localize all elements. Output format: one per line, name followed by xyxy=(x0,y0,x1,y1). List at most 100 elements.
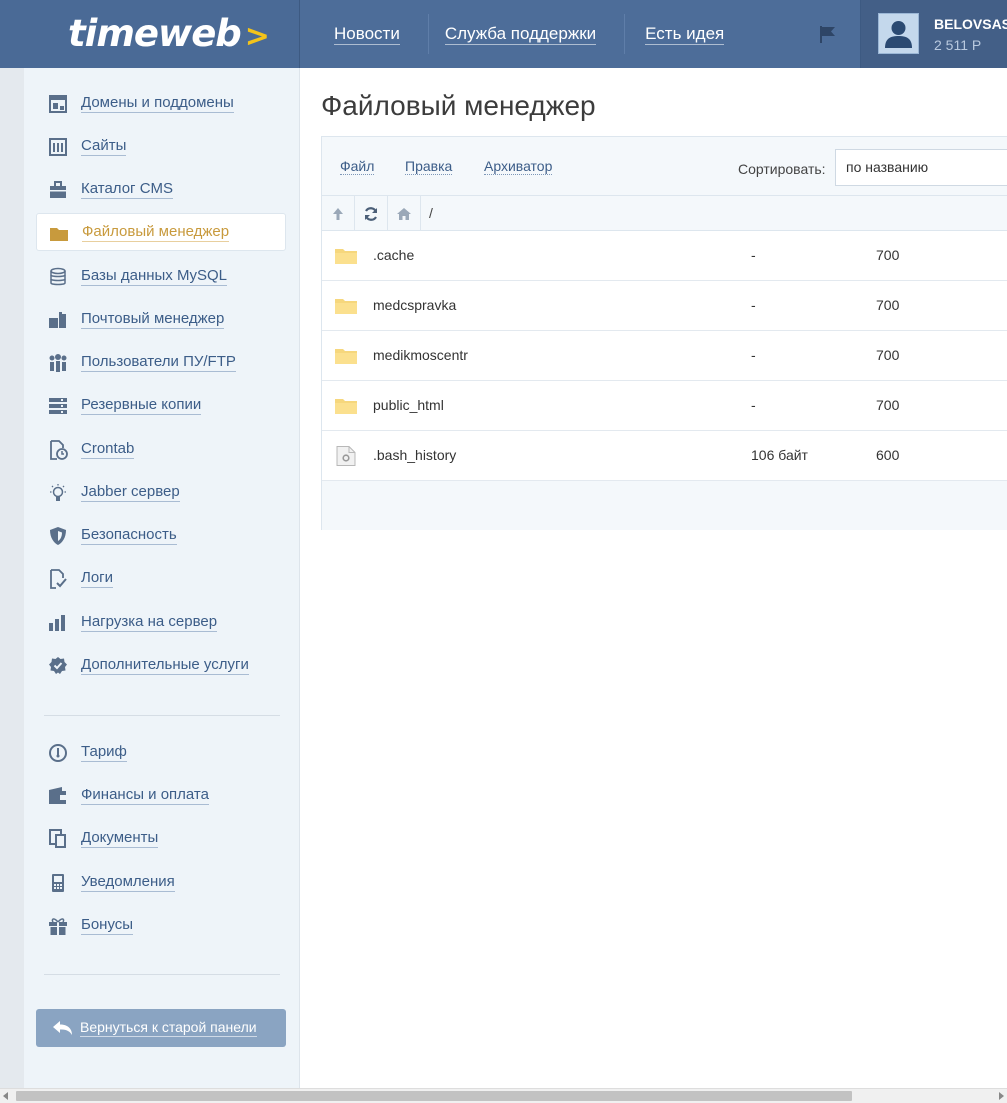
sidebar-item-sites[interactable]: Сайты xyxy=(36,127,286,165)
arrow-up-icon xyxy=(333,207,343,220)
sidebar-item-label: Каталог CMS xyxy=(81,179,174,199)
top-header: timeweb > Новости Служба поддержки Есть и… xyxy=(0,0,1007,68)
sidebar-item-label: Jabber сервер xyxy=(81,482,180,502)
sidebar-item-label: Финансы и оплата xyxy=(81,785,209,805)
nav-news-link[interactable]: Новости xyxy=(334,24,400,45)
sidebar-item-backups[interactable]: Резервные копии xyxy=(36,386,286,424)
menu-archiver[interactable]: Архиватор xyxy=(484,158,553,175)
top-nav: Новости Служба поддержки Есть идея xyxy=(300,0,752,68)
avatar[interactable] xyxy=(878,13,919,54)
sidebar-item-crontab[interactable]: Crontab xyxy=(36,430,286,468)
nav-support-link[interactable]: Служба поддержки xyxy=(444,24,597,45)
sidebar-item-documents[interactable]: Документы xyxy=(36,819,286,857)
shield-icon xyxy=(50,527,66,545)
home-button[interactable] xyxy=(388,196,421,231)
flag-icon[interactable] xyxy=(818,24,838,44)
sidebar-item-label: Уведомления xyxy=(81,872,175,892)
file-row[interactable]: .cache - 700 xyxy=(322,231,1007,281)
folder-icon xyxy=(50,228,68,241)
sidebar-item-label: Нагрузка на сервер xyxy=(81,612,218,632)
folder-icon xyxy=(335,399,357,414)
back-to-old-panel-button[interactable]: Вернуться к старой панели xyxy=(36,1009,286,1047)
sidebar-divider xyxy=(44,715,280,716)
sidebar-item-label: Документы xyxy=(81,828,159,848)
sidebar-item-cms[interactable]: Каталог CMS xyxy=(36,170,286,208)
sidebar-item-label: Crontab xyxy=(81,439,135,459)
refresh-button[interactable] xyxy=(355,196,388,231)
sidebar-divider xyxy=(44,974,280,975)
file-permissions: 600 xyxy=(876,447,900,463)
sidebar-item-tariff[interactable]: Тариф xyxy=(36,733,286,771)
file-permissions: 700 xyxy=(876,397,900,413)
menu-edit[interactable]: Правка xyxy=(405,158,453,175)
username: BELOVSAS xyxy=(934,16,1007,32)
scroll-left-icon[interactable] xyxy=(3,1092,8,1100)
sidebar-item-label: Сайты xyxy=(81,136,127,156)
logo[interactable]: timeweb > xyxy=(68,12,270,55)
sidebar-item-label: Резервные копии xyxy=(81,395,202,415)
up-button[interactable] xyxy=(322,196,355,231)
briefcase-icon xyxy=(50,181,66,198)
logo-text: timeweb xyxy=(68,12,242,55)
sidebar-item-users[interactable]: Пользователи ПУ/FTP xyxy=(36,343,286,381)
file-icon xyxy=(336,446,356,466)
sidebar-item-bonuses[interactable]: Бонусы xyxy=(36,906,286,944)
file-row[interactable]: .bash_history 106 байт 600 xyxy=(322,431,1007,481)
file-size: - xyxy=(751,247,756,263)
phone-icon xyxy=(52,874,64,892)
file-size: - xyxy=(751,297,756,313)
sidebar-item-label: Домены и поддомены xyxy=(81,93,234,113)
folder-icon xyxy=(335,299,357,314)
menu-file[interactable]: Файл xyxy=(340,158,375,175)
sidebar-item-label: Тариф xyxy=(81,742,127,762)
folder-icon xyxy=(335,349,357,364)
file-name: public_html xyxy=(373,397,444,413)
file-name: .cache xyxy=(373,247,415,263)
gauge-icon xyxy=(49,744,67,762)
scroll-right-icon[interactable] xyxy=(999,1092,1004,1100)
bar-chart-icon xyxy=(49,615,65,631)
sidebar-item-extra[interactable]: Дополнительные услуги xyxy=(36,646,286,684)
user-icon xyxy=(885,21,912,48)
back-button-label: Вернуться к старой панели xyxy=(80,1019,257,1037)
file-size: - xyxy=(751,397,756,413)
sidebar-item-notifications[interactable]: Уведомления xyxy=(36,863,286,901)
logs-icon xyxy=(50,569,67,589)
database-icon xyxy=(50,267,66,286)
file-row[interactable]: public_html - 700 xyxy=(322,381,1007,431)
scrollbar-thumb[interactable] xyxy=(16,1091,852,1101)
wallet-icon xyxy=(49,787,66,804)
sidebar-item-file-manager[interactable]: Файловый менеджер xyxy=(36,213,286,251)
backup-icon xyxy=(49,398,67,414)
sort-select[interactable]: по названию xyxy=(835,149,1007,186)
logo-area[interactable]: timeweb > xyxy=(0,0,300,68)
file-manager-toolbar: Файл Правка Архиватор Сортировать: по на… xyxy=(322,137,1007,196)
horizontal-scrollbar[interactable] xyxy=(0,1088,1007,1103)
file-permissions: 700 xyxy=(876,297,900,313)
user-area[interactable]: BELOVSAS 2 511 Р xyxy=(860,0,1007,68)
sidebar-item-mail[interactable]: Почтовый менеджер xyxy=(36,300,286,338)
balance: 2 511 Р xyxy=(934,37,982,53)
file-name: .bash_history xyxy=(373,447,457,463)
nav-idea-link[interactable]: Есть идея xyxy=(645,24,725,45)
sidebar-item-finance[interactable]: Финансы и оплата xyxy=(36,776,286,814)
sort-label: Сортировать: xyxy=(738,161,826,177)
nav-idea: Есть идея xyxy=(625,14,752,54)
file-row[interactable]: medcspravka - 700 xyxy=(322,281,1007,331)
sidebar-item-label: Почтовый менеджер xyxy=(81,309,225,329)
mail-icon xyxy=(49,312,66,328)
current-path: / xyxy=(429,205,433,221)
sidebar: Домены и поддомены Сайты Каталог CMS Фай… xyxy=(24,68,300,1088)
sidebar-item-label: Дополнительные услуги xyxy=(81,655,249,675)
sidebar-item-jabber[interactable]: Jabber сервер xyxy=(36,473,286,511)
file-permissions: 700 xyxy=(876,347,900,363)
sidebar-item-label: Бонусы xyxy=(81,915,134,935)
sidebar-item-domains[interactable]: Домены и поддомены xyxy=(36,84,286,122)
file-row[interactable]: medikmoscentr - 700 xyxy=(322,331,1007,381)
sidebar-item-label: Логи xyxy=(81,568,114,588)
file-permissions: 700 xyxy=(876,247,900,263)
sidebar-item-mysql[interactable]: Базы данных MySQL xyxy=(36,257,286,295)
sidebar-item-logs[interactable]: Логи xyxy=(36,559,286,597)
sidebar-item-load[interactable]: Нагрузка на сервер xyxy=(36,603,286,641)
sidebar-item-security[interactable]: Безопасность xyxy=(36,516,286,554)
